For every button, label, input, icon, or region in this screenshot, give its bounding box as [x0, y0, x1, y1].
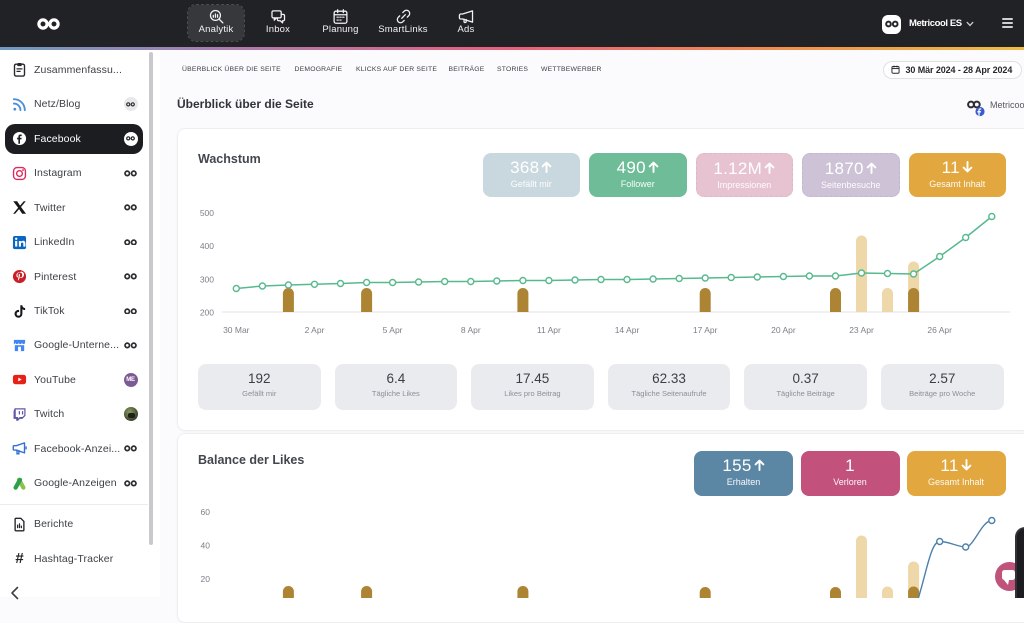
svg-text:60: 60: [201, 507, 211, 517]
svg-text:20: 20: [201, 573, 211, 583]
svg-text:300: 300: [200, 274, 214, 284]
svg-text:400: 400: [200, 241, 214, 251]
svg-text:26 Apr: 26 Apr: [927, 325, 952, 335]
svg-text:2 Apr: 2 Apr: [305, 325, 325, 335]
svg-text:20 Apr: 20 Apr: [771, 325, 796, 335]
svg-text:11 Apr: 11 Apr: [537, 325, 561, 335]
svg-text:40: 40: [201, 540, 211, 550]
svg-text:14 Apr: 14 Apr: [615, 325, 640, 335]
svg-text:30 Mar: 30 Mar: [223, 325, 250, 335]
svg-text:8 Apr: 8 Apr: [461, 325, 481, 335]
svg-text:200: 200: [200, 307, 214, 317]
svg-text:500: 500: [200, 207, 214, 217]
svg-text:5 Apr: 5 Apr: [383, 325, 403, 335]
svg-text:17 Apr: 17 Apr: [693, 325, 718, 335]
svg-text:23 Apr: 23 Apr: [849, 325, 874, 335]
